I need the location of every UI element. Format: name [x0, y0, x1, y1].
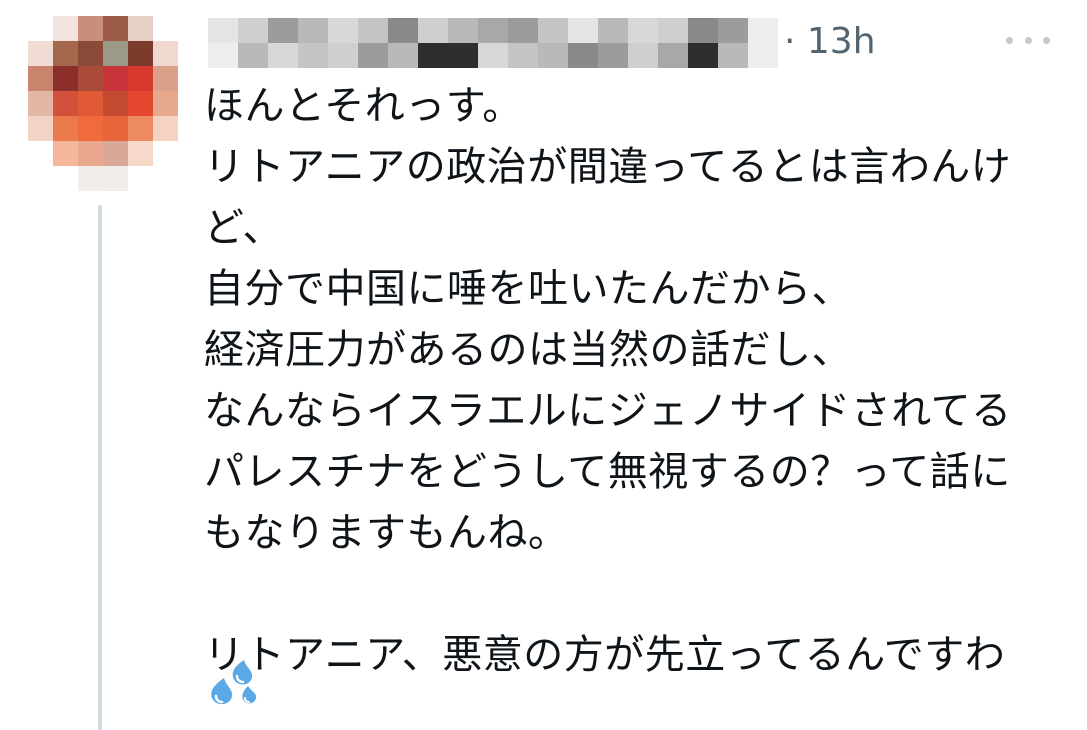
sweat-droplets-icon — [211, 660, 257, 705]
tweet-line: 自分で中国に唾を吐いたんだから、 — [204, 266, 852, 312]
more-dot-icon — [1043, 36, 1050, 44]
more-options-button[interactable] — [1006, 26, 1050, 54]
tweet-blank-line — [204, 564, 1074, 625]
tweet-line: ど、 — [204, 205, 283, 251]
username-redacted[interactable] — [208, 18, 778, 68]
more-dot-icon — [1024, 36, 1032, 44]
tweet-line: ほんとそれっす。 — [204, 83, 523, 129]
tweet-line: パレスチナをどうして無視するの？って話に — [204, 449, 1011, 495]
tweet-line: リトアニアの政治が間違ってるとは言わんけ — [204, 144, 1012, 190]
tweet-line: 経済圧力があるのは当然の話だし、 — [204, 327, 852, 373]
tweet-text: ほんとそれっす。 リトアニアの政治が間違ってるとは言わんけ ど、 自分で中国に唾… — [204, 76, 1074, 686]
reply-thread-line — [98, 205, 102, 730]
avatar[interactable] — [28, 16, 178, 196]
tweet-timestamp[interactable]: · 13h — [784, 20, 876, 64]
tweet-line: なんならイスラエルにジェノサイドされてる — [204, 388, 1012, 434]
tweet-line: もなりますもんね。 — [204, 510, 569, 556]
timestamp-text: 13h — [806, 21, 876, 62]
more-dot-icon — [1006, 36, 1013, 44]
tweet-line: リトアニア、悪意の方が先立ってるんですわ — [204, 632, 1006, 678]
